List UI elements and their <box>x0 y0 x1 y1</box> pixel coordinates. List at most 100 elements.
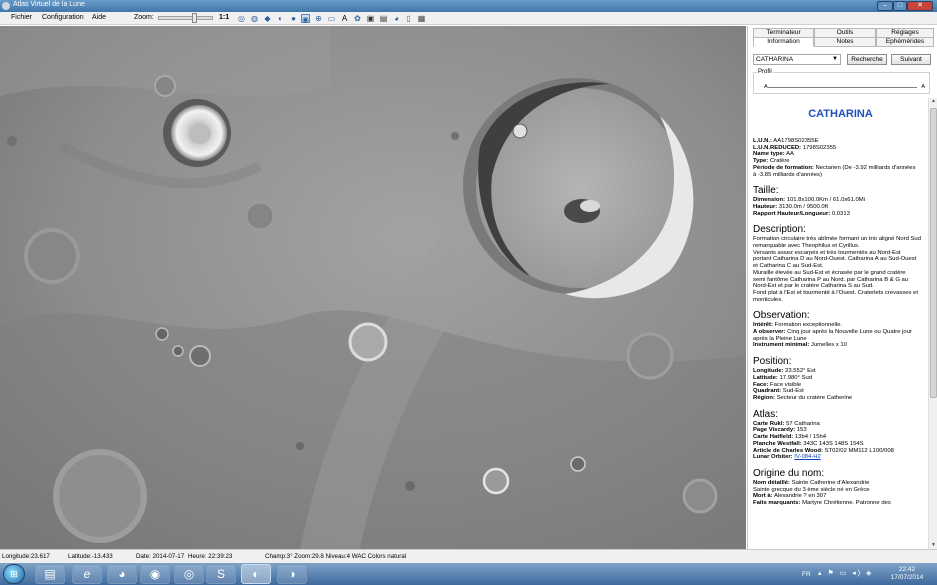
grid-globe-icon[interactable]: ◎ <box>237 14 246 23</box>
moon-map-view[interactable] <box>0 26 746 549</box>
app-icon <box>2 2 10 10</box>
info-field: Nom détaillé: Sainte Catherine d'Alexand… <box>753 479 870 486</box>
info-field: Type: Cratère <box>753 158 790 165</box>
file-explorer-icon[interactable]: ▤ <box>35 564 65 584</box>
chrome-icon[interactable]: ◕ <box>107 564 137 584</box>
rotate-globe-icon[interactable]: ◍ <box>250 14 259 23</box>
search-select-value: CATHARINA <box>756 56 794 63</box>
moon-atlas-app-icon[interactable]: ◐ <box>241 564 271 584</box>
scroll-thumb[interactable] <box>930 108 937 398</box>
description-line: Formation circulaire très abîmée formant… <box>753 236 921 243</box>
crosshair-icon[interactable]: ⊕ <box>314 14 323 23</box>
info-field: Instrument minimal: Jumelles x 10 <box>753 342 847 349</box>
zoom-slider-track[interactable] <box>158 16 213 20</box>
system-tray-icons[interactable]: ▴ ⚑ ▭ ◂) ◈ <box>818 569 873 577</box>
taskbar: ⊞ ▤ e ◕ ◉ ◎ S ◐ ◑ FR ▴ ⚑ ▭ ◂) ◈ 22:42 17… <box>0 563 937 585</box>
menu-aide[interactable]: Aide <box>92 14 106 21</box>
taskbar-clock[interactable]: 22:42 17/07/2014 <box>883 566 931 582</box>
info-content: CATHARINA L.U.N.: AA1798S02355E L.U.N.RE… <box>748 98 928 549</box>
web-globe-icon[interactable]: ◕ <box>392 14 401 23</box>
image-icon[interactable]: ▦ <box>417 14 426 23</box>
scroll-up-arrow-icon[interactable]: ▲ <box>930 98 937 105</box>
info-scrollbar[interactable]: ▲ ▼ <box>928 98 937 549</box>
profile-end-marker: A <box>921 84 925 90</box>
document-icon[interactable]: ▯ <box>404 14 413 23</box>
internet-explorer-icon[interactable]: e <box>72 564 102 584</box>
label-font-icon[interactable]: A <box>340 14 349 23</box>
minimize-button[interactable]: – <box>877 1 893 11</box>
settings-gear-icon[interactable]: ✿ <box>353 14 362 23</box>
description-line: semi fantôme Catharina P au Nord. par Ca… <box>753 276 909 283</box>
info-field: Planche Westfall: 343C 143S 148S 154S <box>753 440 864 447</box>
info-field: L.U.N.REDUCED: 1798S02355 <box>753 144 837 151</box>
bright-young-crater <box>163 99 231 167</box>
zoom-slider-thumb[interactable] <box>192 13 197 23</box>
section-taille-heading: Taille: <box>753 185 779 197</box>
ruler-icon[interactable]: ▭ <box>327 14 336 23</box>
maximize-button[interactable]: □ <box>893 1 907 11</box>
camera-icon[interactable]: ▣ <box>366 14 375 23</box>
info-field: Quadrant: Sud-Est <box>753 388 804 395</box>
status-date: Date: 2014-07-17 <box>136 553 185 560</box>
info-field: Longitude: 23.552° Est <box>753 368 816 375</box>
info-field: Intérêt: Formation exceptionnelle. <box>753 322 843 329</box>
windows-logo-icon: ⊞ <box>10 569 18 579</box>
info-field: Faits marquants: Martyre Chrétienne. Pat… <box>753 500 891 507</box>
print-icon[interactable]: ▤ <box>379 14 388 23</box>
section-atlas-heading: Atlas: <box>753 408 779 420</box>
info-field: Name type: AA <box>753 151 794 158</box>
section-origine-heading: Origine du nom: <box>753 467 825 479</box>
profile-line <box>768 87 917 88</box>
status-bar: Longitude:23.617 Latitude:-13.433 Date: … <box>0 549 937 563</box>
suivant-button[interactable]: Suivant <box>891 54 931 65</box>
status-time: Heure: 22:39:23 <box>188 553 233 560</box>
info-field: Rapport Hauteur/Longueur: 0.0313 <box>753 210 850 217</box>
info-field: Période de formation: Nectarien (De -3.9… <box>753 164 916 171</box>
info-field: Page Viscardy: 153 <box>753 427 807 434</box>
firefox-icon[interactable]: ◉ <box>140 564 170 584</box>
profile-label: Profil <box>757 69 773 75</box>
tab-ephemerides[interactable]: Ephémérides <box>876 37 934 47</box>
information-panel: Terminateur Outils Réglages Information … <box>747 26 937 549</box>
description-line: remarquable avec Theophilus et Cyrillus. <box>753 243 860 250</box>
info-field: Carte Rukl: 57 Catharina <box>753 420 820 427</box>
status-latitude: Latitude:-13.433 <box>68 553 113 560</box>
origine-line: Sainte grecque du 3 ème siècle né en Grè… <box>753 486 870 493</box>
tab-information[interactable]: Information <box>753 37 814 47</box>
keyboard-language-indicator[interactable]: FR <box>802 571 811 578</box>
info-field: Hauteur: 3130.0m / 9500.0ft <box>753 203 828 210</box>
clock-time: 22:42 <box>898 566 916 573</box>
menu-toolbar: Fichier Configuration Aide Zoom: 1:1 ◎ ◍… <box>0 12 937 25</box>
clock-date: 17/07/2014 <box>890 574 924 581</box>
title-bar[interactable]: Atlas Virtuel de la Lune – □ ✕ <box>0 0 937 12</box>
info-field: Mort à: Alexandrie ? en 307 <box>753 493 827 500</box>
menu-fichier[interactable]: Fichier <box>11 14 32 21</box>
lighting-icon[interactable]: ● <box>289 14 298 23</box>
flip-icon[interactable]: ◆ <box>263 14 272 23</box>
scroll-down-arrow-icon[interactable]: ▼ <box>930 542 937 549</box>
info-continuation: après la Pleine Lune <box>753 335 807 342</box>
moon-phase-icon[interactable]: ◐ <box>276 14 285 23</box>
libration-icon[interactable]: ◉ <box>301 14 310 24</box>
info-field: Dimension: 101.8x100.0Km / 61.0x61.0Mi <box>753 197 865 204</box>
recherche-button[interactable]: Recherche <box>847 54 887 65</box>
description-line: monticules. <box>753 296 783 303</box>
moon-atlas-photo-icon[interactable]: ◑ <box>277 564 307 584</box>
close-button[interactable]: ✕ <box>907 1 933 11</box>
status-field-zoom: Champ:3° Zoom:29.8 Niveau:4 WAC Colors n… <box>265 553 407 560</box>
skype-icon[interactable]: S <box>206 564 236 584</box>
description-line: et Catharina C au Sud-Est. <box>753 263 824 270</box>
description-line: Nord-Est et par le cratère Catharina S a… <box>753 283 874 290</box>
formation-search-select[interactable]: CATHARINA ▼ <box>753 54 841 65</box>
thunderbird-icon[interactable]: ◎ <box>174 564 204 584</box>
chevron-down-icon[interactable]: ▼ <box>832 55 838 64</box>
profile-box[interactable]: Profil A A <box>753 69 930 94</box>
start-button[interactable]: ⊞ <box>3 564 25 584</box>
info-field: Face: Face visible <box>753 381 802 388</box>
lunar-orbiter-link[interactable]: IV-084-H2 <box>794 454 821 460</box>
zoom-reset-button[interactable]: 1:1 <box>219 14 229 21</box>
info-field: L.U.N.: AA1798S02355E <box>753 138 819 144</box>
window-title: Atlas Virtuel de la Lune <box>13 1 85 8</box>
menu-configuration[interactable]: Configuration <box>42 14 84 21</box>
tab-notes[interactable]: Notes <box>814 37 876 47</box>
